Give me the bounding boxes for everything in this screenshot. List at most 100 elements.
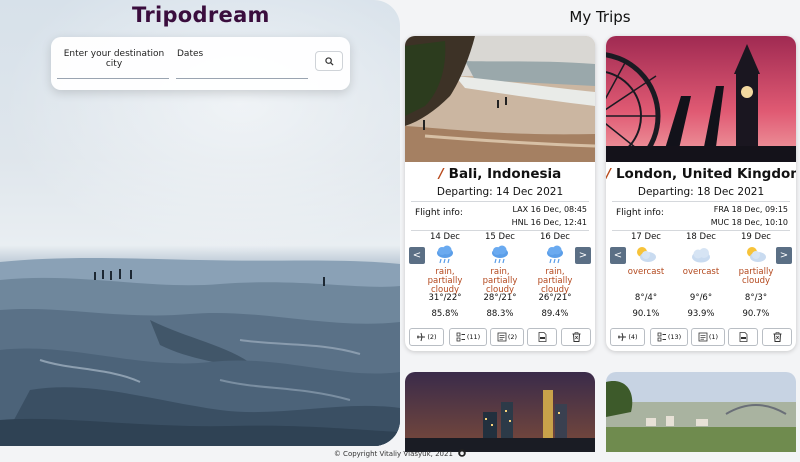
weather-date: 17 Dec <box>631 232 661 242</box>
departing-date: Departing: 18 Dec 2021 <box>637 186 765 198</box>
accent-slash: / <box>438 166 444 182</box>
flights-count: (2) <box>427 333 437 341</box>
weather-description: rain, partially cloudy <box>427 267 463 295</box>
flight-item: HNL 16 Dec, 12:41 <box>511 218 587 227</box>
divider <box>612 201 790 202</box>
divider <box>612 230 790 231</box>
delete-button[interactable] <box>762 328 792 346</box>
checklist-button[interactable]: (11) <box>449 328 487 346</box>
trash-icon <box>773 332 781 342</box>
weather-humidity: 90.7% <box>742 309 770 319</box>
sun-cloud-icon <box>747 247 766 262</box>
flight-item: FRA 18 Dec, 09:15 <box>713 205 788 214</box>
delete-button[interactable] <box>561 328 591 346</box>
trip-photo <box>405 36 595 162</box>
trip-card-partial[interactable] <box>405 372 595 452</box>
destination-input[interactable]: Enter your destination city <box>59 49 169 69</box>
divider <box>411 230 589 231</box>
footer: © Copyright Vitaliy Vlasyuk, 2021 <box>0 449 800 458</box>
trip-card-partial[interactable] <box>606 372 796 452</box>
flight-info-label: Flight info: <box>616 208 664 218</box>
glacier-landscape <box>0 258 400 446</box>
weather-description: overcast <box>627 267 665 277</box>
page-title: My Trips <box>569 8 631 26</box>
weather-humidity: 93.9% <box>687 309 715 319</box>
weather-temperature: 8°/3° <box>744 293 768 303</box>
weather-temperature: 8°/4° <box>634 293 658 303</box>
trip-card-london[interactable]: / London, United Kingdom Departing: 18 De… <box>606 36 796 351</box>
weather-day: 14 Dec rain, partially cloudy 31°/22° 85… <box>418 232 472 319</box>
weather-temperature: 31°/22° <box>428 293 462 303</box>
brand-logo[interactable]: Tripodream <box>132 3 270 27</box>
trip-city-label: Bali, Indonesia <box>448 166 562 182</box>
dates-input[interactable]: Dates <box>177 49 237 59</box>
plane-icon <box>417 332 426 342</box>
trip-card-bali[interactable]: / Bali, Indonesia Departing: 14 Dec 2021 … <box>405 36 595 351</box>
weather-description: overcast <box>682 267 720 277</box>
weather-day: 16 Dec rain, partially cloudy 26°/21° 89… <box>528 232 582 319</box>
notes-count: (2) <box>507 333 518 341</box>
trash-icon <box>572 332 580 342</box>
flight-list: FRA 18 Dec, 09:15 MUC 18 Dec, 10:10 <box>711 203 788 229</box>
notes-count: (1) <box>708 333 719 341</box>
sun-cloud-icon <box>637 247 656 262</box>
weather-description: rain, partially cloudy <box>482 267 518 295</box>
flight-item: MUC 18 Dec, 10:10 <box>710 218 788 227</box>
weather-day: 17 Dec overcast 8°/4° 90.1% <box>619 232 673 319</box>
pdf-button[interactable] <box>728 328 758 346</box>
divider <box>411 201 589 202</box>
trip-city: / Bali, Indonesia <box>405 166 595 182</box>
weather-humidity: 85.8% <box>431 309 459 319</box>
plane-icon <box>618 332 627 342</box>
copyright-text: © Copyright Vitaliy Vlasyuk, 2021 <box>333 450 453 458</box>
pdf-file-icon <box>739 332 747 342</box>
checklist-count: (13) <box>667 333 682 341</box>
flights-count: (4) <box>628 333 638 341</box>
search-form: Enter your destination city Dates <box>51 37 350 90</box>
flights-button[interactable]: (4) <box>610 328 645 346</box>
pdf-button[interactable] <box>527 328 557 346</box>
notes-button[interactable]: (1) <box>691 328 725 346</box>
flights-button[interactable]: (2) <box>409 328 444 346</box>
weather-date: 18 Dec <box>686 232 716 242</box>
weather-description: partially cloudy <box>738 267 774 286</box>
checklist-icon <box>456 332 465 342</box>
weather-humidity: 90.1% <box>632 309 660 319</box>
github-icon[interactable] <box>458 449 466 457</box>
notes-icon <box>497 332 507 342</box>
weather-temperature: 9°/6° <box>689 293 713 303</box>
rain-cloud-icon <box>492 245 508 264</box>
weather-date: 19 Dec <box>741 232 771 242</box>
trip-photo <box>606 36 796 162</box>
weather-temperature: 26°/21° <box>538 293 572 303</box>
weather-day: 19 Dec partially cloudy 8°/3° 90.7% <box>729 232 783 319</box>
notes-icon <box>698 332 708 342</box>
search-button[interactable] <box>315 51 343 71</box>
flight-info-label: Flight info: <box>415 208 463 218</box>
cloud-icon <box>692 248 710 263</box>
weather-day: 15 Dec rain, partially cloudy 28°/21° 88… <box>473 232 527 319</box>
trip-city: / London, United Kingdom <box>606 166 796 182</box>
notes-button[interactable]: (2) <box>490 328 524 346</box>
weather-day: 18 Dec overcast 9°/6° 93.9% <box>674 232 728 319</box>
weather-date: 14 Dec <box>430 232 460 242</box>
weather-humidity: 88.3% <box>486 309 514 319</box>
destination-underline <box>57 78 169 79</box>
checklist-button[interactable]: (13) <box>650 328 688 346</box>
checklist-icon <box>657 332 666 342</box>
weather-date: 16 Dec <box>540 232 570 242</box>
trip-actions: (2) (11) (2) <box>409 328 591 346</box>
rain-cloud-icon <box>547 245 563 264</box>
pdf-file-icon <box>538 332 546 342</box>
weather-date: 15 Dec <box>485 232 515 242</box>
weather-temperature: 28°/21° <box>483 293 517 303</box>
weather-description: rain, partially cloudy <box>537 267 573 295</box>
trip-actions: (4) (13) (1) <box>610 328 792 346</box>
trip-city-label: London, United Kingdom <box>615 166 796 182</box>
dates-underline <box>176 78 308 79</box>
rain-cloud-icon <box>437 245 453 264</box>
departing-date: Departing: 14 Dec 2021 <box>436 186 564 198</box>
weather-humidity: 89.4% <box>541 309 569 319</box>
accent-slash: / <box>606 166 611 182</box>
checklist-count: (11) <box>466 333 481 341</box>
